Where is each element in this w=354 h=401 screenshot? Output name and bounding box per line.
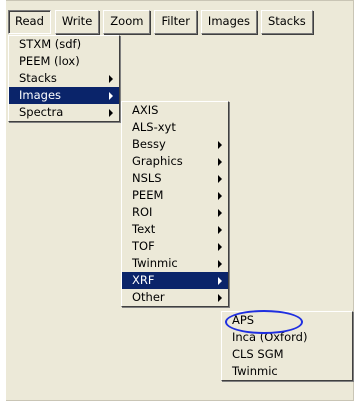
submenu-arrow-icon: [109, 92, 113, 100]
images-submenu: AXIS ALS-xyt Bessy Graphics NSLS PEEM RO…: [121, 101, 229, 307]
menu-item-graphics[interactable]: Graphics: [122, 153, 228, 170]
menu-item-label: Twinmic: [132, 256, 178, 270]
submenu-arrow-icon: [218, 260, 222, 268]
menu-item-label: Graphics: [132, 154, 183, 168]
menu-item-peem-lox[interactable]: PEEM (lox): [9, 53, 119, 70]
menu-item-label: NSLS: [132, 171, 162, 185]
menu-item-label: Other: [132, 290, 165, 304]
menu-item-text[interactable]: Text: [122, 221, 228, 238]
submenu-arrow-icon: [218, 158, 222, 166]
menu-write-button[interactable]: Write: [54, 10, 100, 34]
menu-item-label: ROI: [132, 205, 153, 219]
menu-item-twinmic-xrf[interactable]: Twinmic: [222, 363, 352, 380]
submenu-arrow-icon: [218, 226, 222, 234]
submenu-arrow-icon: [109, 109, 113, 117]
submenu-arrow-icon: [218, 294, 222, 302]
menu-item-cls-sgm[interactable]: CLS SGM: [222, 346, 352, 363]
menu-read-button[interactable]: Read: [8, 10, 51, 34]
menu-item-label: Images: [19, 88, 62, 102]
menu-item-images[interactable]: Images: [9, 87, 119, 104]
menu-item-label: XRF: [132, 273, 155, 287]
menu-item-label: Inca (Oxford): [232, 330, 308, 344]
menu-item-stacks[interactable]: Stacks: [9, 70, 119, 87]
submenu-arrow-icon: [218, 192, 222, 200]
menu-item-label: Bessy: [132, 137, 166, 151]
menu-item-als-xyt[interactable]: ALS-xyt: [122, 119, 228, 136]
submenu-arrow-icon: [218, 209, 222, 217]
menu-item-aps[interactable]: APS: [222, 312, 352, 329]
submenu-arrow-icon: [218, 141, 222, 149]
menu-images-button[interactable]: Images: [200, 10, 257, 34]
menu-item-peem[interactable]: PEEM: [122, 187, 228, 204]
menu-item-label: PEEM: [132, 188, 164, 202]
menu-item-label: Text: [132, 222, 156, 236]
submenu-arrow-icon: [109, 75, 113, 83]
read-menu: STXM (sdf) PEEM (lox) Stacks Images Spec…: [8, 35, 120, 122]
menu-item-nsls[interactable]: NSLS: [122, 170, 228, 187]
menu-item-xrf[interactable]: XRF: [122, 272, 228, 289]
menu-item-label: Twinmic: [232, 364, 278, 378]
menu-item-label: CLS SGM: [232, 347, 284, 361]
menu-filter-button[interactable]: Filter: [154, 10, 197, 34]
menu-item-label: STXM (sdf): [19, 37, 82, 51]
menu-item-label: TOF: [132, 239, 155, 253]
menu-item-axis[interactable]: AXIS: [122, 102, 228, 119]
xrf-submenu: APS Inca (Oxford) CLS SGM Twinmic: [221, 311, 353, 381]
menu-item-label: AXIS: [132, 103, 159, 117]
left-edge: [0, 0, 6, 401]
menu-item-twinmic[interactable]: Twinmic: [122, 255, 228, 272]
submenu-arrow-icon: [218, 175, 222, 183]
submenu-arrow-icon: [218, 243, 222, 251]
menu-item-inca-oxford[interactable]: Inca (Oxford): [222, 329, 352, 346]
menu-item-label: Stacks: [19, 71, 57, 85]
menu-item-bessy[interactable]: Bessy: [122, 136, 228, 153]
menu-item-other[interactable]: Other: [122, 289, 228, 306]
menu-item-label: ALS-xyt: [132, 120, 176, 134]
menu-stacks-button[interactable]: Stacks: [260, 10, 313, 34]
menubar: Read Write Zoom Filter Images Stacks: [8, 10, 313, 36]
menu-item-label: Spectra: [19, 105, 64, 119]
menu-item-label: APS: [232, 313, 255, 327]
menu-item-roi[interactable]: ROI: [122, 204, 228, 221]
menu-item-label: PEEM (lox): [19, 54, 80, 68]
menu-item-spectra[interactable]: Spectra: [9, 104, 119, 121]
menu-zoom-button[interactable]: Zoom: [103, 10, 151, 34]
menu-item-tof[interactable]: TOF: [122, 238, 228, 255]
menu-item-stxm-sdf[interactable]: STXM (sdf): [9, 36, 119, 53]
submenu-arrow-icon: [218, 277, 222, 285]
